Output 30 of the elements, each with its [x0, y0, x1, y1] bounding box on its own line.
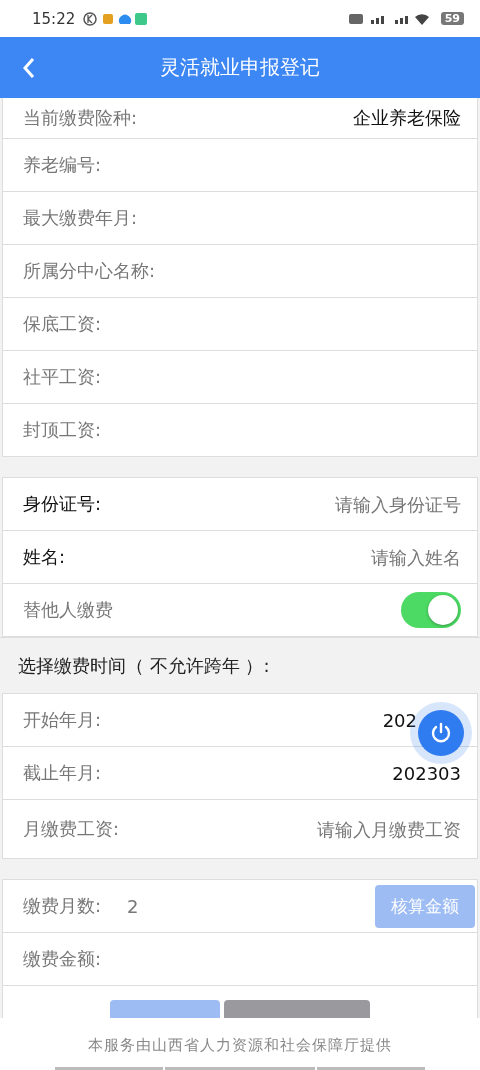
footer-text: 本服务由山西省人力资源和社会保障厅提供 [88, 1036, 392, 1055]
battery-level: 59 [440, 12, 464, 25]
field-value[interactable]: 202 [382, 709, 417, 731]
field-value[interactable]: 202303 [392, 762, 461, 784]
field-value: 企业养老保险 [353, 106, 461, 130]
app-notification-icon [83, 11, 150, 26]
toggle-switch[interactable] [401, 592, 461, 628]
field-label: 社平工资: [23, 365, 102, 389]
field-value: 2 [127, 895, 139, 917]
field-label: 替他人缴费 [23, 598, 113, 622]
field-label: 姓名: [23, 545, 66, 569]
field-label: 封顶工资: [23, 418, 102, 442]
input-field[interactable]: 请输入月缴费工资 [201, 818, 461, 840]
status-time: 15:22 [32, 9, 76, 28]
field-label: 开始年月: [23, 708, 102, 732]
field-label: 养老编号: [23, 153, 102, 177]
field-label: 身份证号: [23, 492, 102, 516]
page-title: 灵活就业申报登记 [160, 54, 320, 81]
input-field[interactable]: 请输入身份证号 [201, 493, 461, 515]
field-label: 最大缴费年月: [23, 206, 138, 230]
field-label: 月缴费工资: [23, 817, 120, 841]
field-label: 缴费月数: [23, 894, 102, 918]
back-icon[interactable] [22, 57, 36, 79]
field-label: 保底工资: [23, 312, 102, 336]
field-label: 缴费金额: [23, 947, 102, 971]
power-icon [429, 721, 453, 745]
field-label: 当前缴费险种: [23, 106, 138, 130]
field-label: 截止年月: [23, 761, 102, 785]
input-field[interactable]: 请输入姓名 [201, 546, 461, 568]
field-label: 所属分中心名称: [23, 259, 156, 283]
